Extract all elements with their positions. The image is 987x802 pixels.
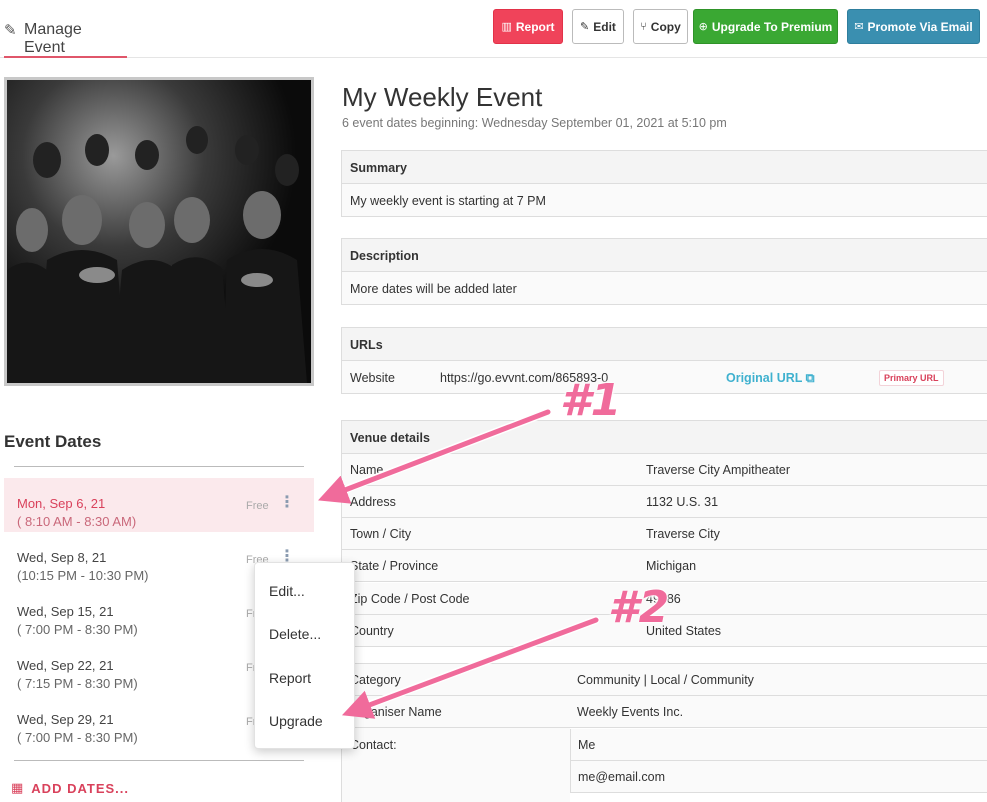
event-price: Free	[246, 500, 269, 512]
event-time: ( 7:15 PM - 8:30 PM)	[17, 676, 138, 691]
external-link-icon: ⧉	[805, 371, 815, 385]
venue-key: Name	[350, 463, 384, 477]
plus-circle-icon: ⊕	[698, 21, 708, 33]
menu-item-delete[interactable]: Delete...	[269, 626, 321, 642]
event-dates-heading: Event Dates	[4, 432, 102, 451]
original-url-text: Original URL	[726, 371, 803, 385]
divider	[14, 760, 304, 761]
category-value: Community | Local / Community	[577, 673, 754, 687]
tab-label: Manage Event	[24, 21, 82, 56]
edit-button-label: Edit	[593, 19, 616, 34]
venue-key: Town / City	[350, 527, 412, 541]
section-heading: URLs	[342, 328, 987, 361]
venue-key: State / Province	[350, 559, 439, 573]
divider	[14, 466, 304, 467]
venue-row: Town / City Traverse City	[341, 518, 987, 551]
event-image	[4, 77, 314, 386]
section-heading: Venue details	[342, 421, 987, 454]
url-row: Website https://go.evvnt.com/865893-0 Or…	[342, 361, 987, 393]
venue-section: Venue details	[341, 420, 987, 454]
primary-url-badge: Primary URL	[879, 370, 944, 386]
summary-text: My weekly event is starting at 7 PM	[342, 184, 987, 216]
event-date-item[interactable]: Mon, Sep 6, 21 ( 8:10 AM - 8:30 AM) Free…	[4, 478, 314, 532]
venue-value: Traverse City Ampitheater	[646, 463, 791, 477]
edit-square-icon: ✎	[4, 22, 17, 39]
organiser-value: Weekly Events Inc.	[577, 705, 684, 719]
calendar-icon: ▦	[11, 780, 24, 795]
add-dates-button[interactable]: ▦ ADD DATES...	[11, 780, 129, 796]
contact-label: Contact:	[350, 738, 397, 752]
annotation-label-one: #1	[560, 375, 622, 426]
kebab-menu-icon[interactable]: ⋮	[279, 495, 295, 511]
event-date: Wed, Sep 15, 21	[17, 604, 114, 619]
venue-value: Traverse City	[646, 527, 720, 541]
envelope-icon: ✉	[854, 21, 864, 33]
event-subtitle: 6 event dates beginning: Wednesday Septe…	[342, 116, 727, 130]
promote-button-label: Promote Via Email	[867, 19, 973, 34]
contact-email: me@email.com	[578, 770, 666, 784]
contact-name: Me	[578, 738, 596, 752]
summary-section: Summary My weekly event is starting at 7…	[341, 150, 987, 217]
contact-name-row: Me	[570, 729, 987, 761]
contact-email-row: me@email.com	[570, 761, 987, 793]
crowd-photo	[7, 80, 311, 383]
code-fork-icon: ⑂	[640, 20, 647, 33]
event-time: (10:15 PM - 10:30 PM)	[17, 568, 149, 583]
category-row: Category Community | Local / Community	[341, 664, 987, 696]
upgrade-button-label: Upgrade To Premium	[711, 19, 833, 34]
venue-key: Country	[350, 624, 394, 638]
event-time: ( 7:00 PM - 8:30 PM)	[17, 622, 138, 637]
venue-value: Michigan	[646, 559, 697, 573]
tab-manage-event[interactable]: ✎ Manage Event	[4, 0, 127, 58]
event-date: Wed, Sep 29, 21	[17, 712, 114, 727]
event-date-context-menu: Edit... Delete... Report Upgrade	[254, 562, 355, 749]
report-button[interactable]: ▥ Report	[493, 9, 563, 44]
organiser-label: Organiser Name	[350, 705, 442, 719]
menu-item-upgrade[interactable]: Upgrade	[269, 713, 323, 729]
venue-key: Zip Code / Post Code	[350, 592, 470, 606]
edit-icon: ✎	[580, 21, 590, 33]
event-date: Wed, Sep 22, 21	[17, 658, 114, 673]
section-heading: Summary	[342, 151, 987, 184]
copy-button-label: Copy	[650, 19, 681, 34]
organiser-row: Organiser Name Weekly Events Inc.	[341, 696, 987, 728]
add-dates-label: ADD DATES...	[31, 780, 130, 796]
venue-row: Address 1132 U.S. 31	[341, 486, 987, 519]
description-text: More dates will be added later	[342, 272, 987, 304]
original-url-link[interactable]: Original URL ⧉	[726, 371, 815, 386]
venue-row: State / Province Michigan	[341, 550, 987, 583]
event-title: My Weekly Event	[342, 82, 543, 112]
annotation-label-two: #2	[608, 582, 670, 633]
menu-item-edit[interactable]: Edit...	[269, 583, 305, 599]
description-section: Description More dates will be added lat…	[341, 238, 987, 305]
venue-row: Name Traverse City Ampitheater	[341, 454, 987, 487]
contact-label-cell: Contact:	[342, 728, 570, 802]
menu-item-report[interactable]: Report	[269, 670, 311, 686]
promote-email-button[interactable]: ✉ Promote Via Email	[847, 9, 980, 44]
copy-button[interactable]: ⑂ Copy	[633, 9, 688, 44]
venue-value: 1132 U.S. 31	[646, 495, 719, 509]
section-heading: Description	[342, 239, 987, 272]
urls-section: URLs Website https://go.evvnt.com/865893…	[341, 327, 987, 394]
category-label: Category	[350, 673, 401, 687]
event-date: Mon, Sep 6, 21	[17, 496, 106, 511]
report-button-label: Report	[515, 19, 555, 34]
event-time: ( 7:00 PM - 8:30 PM)	[17, 730, 138, 745]
event-time: ( 8:10 AM - 8:30 AM)	[17, 514, 137, 529]
venue-key: Address	[350, 495, 396, 509]
edit-button[interactable]: ✎ Edit	[572, 9, 624, 44]
bar-chart-icon: ▥	[501, 21, 512, 33]
event-date: Wed, Sep 8, 21	[17, 550, 107, 565]
url-label: Website	[350, 371, 395, 385]
upgrade-premium-button[interactable]: ⊕ Upgrade To Premium	[693, 9, 838, 44]
page-header: ✎ Manage Event ▥ Report ✎ Edit ⑂ Copy ⊕ …	[0, 0, 987, 58]
